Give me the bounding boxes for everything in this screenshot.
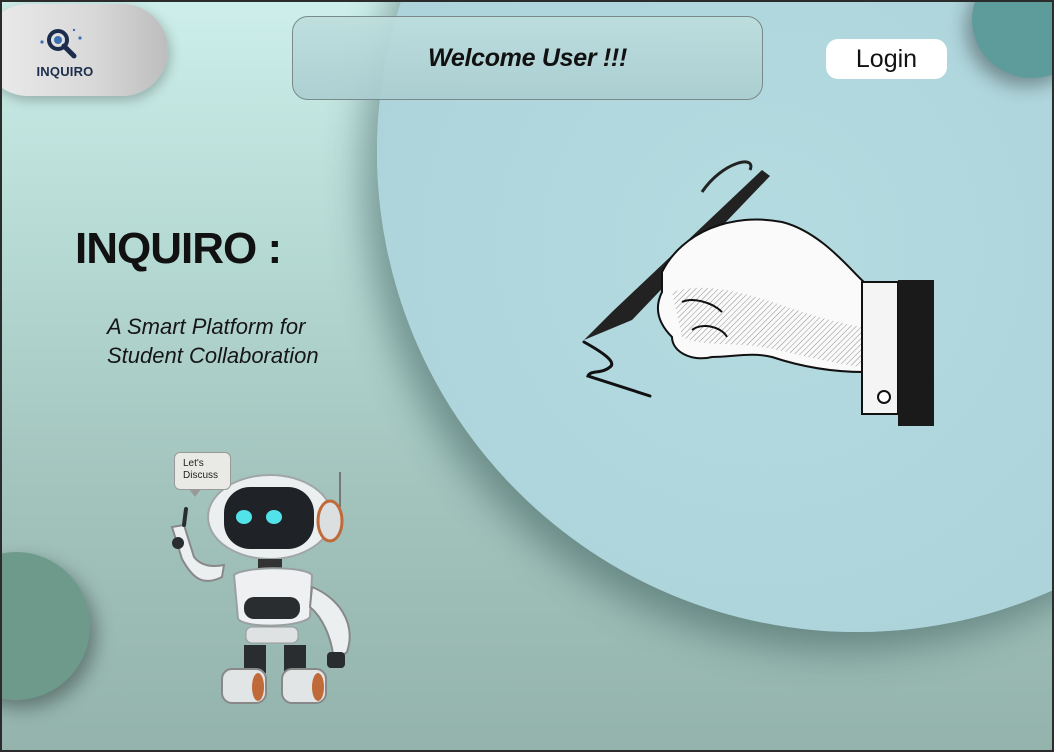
bubble-line1: Let's <box>183 458 204 469</box>
login-button[interactable]: Login <box>826 39 947 79</box>
magnifier-logo-icon <box>40 28 82 59</box>
hero-title: INQUIRO : <box>75 224 282 273</box>
corner-decoration-bottom-left <box>2 552 90 700</box>
welcome-text: Welcome User !!! <box>428 43 627 72</box>
logo-container[interactable]: INQUIRO <box>2 4 168 96</box>
hero-subtitle-line1: A Smart Platform for <box>107 314 306 339</box>
logo-text: INQUIRO <box>36 64 94 79</box>
landing-page: INQUIRO Welcome User !!! Login INQUIRO :… <box>0 0 1054 752</box>
bubble-line2: Discuss <box>183 470 219 481</box>
welcome-banner: Welcome User !!! <box>292 16 763 100</box>
hero-subtitle: A Smart Platform for Student Collaborati… <box>107 312 319 370</box>
robot-speech-bubble: Let's Discuss <box>174 452 231 497</box>
hero-subtitle-line2: Student Collaboration <box>107 343 319 368</box>
pen-hand-illustration <box>582 160 934 426</box>
